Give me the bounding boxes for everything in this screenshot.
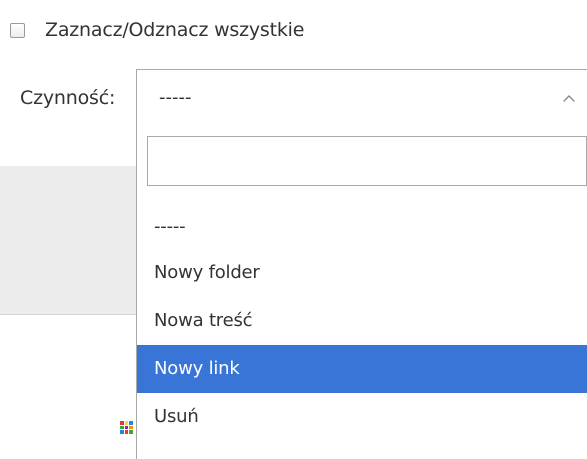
action-dropdown: ----- Nowy folder Nowa treść Nowy link U… [136, 129, 587, 459]
option-new-folder[interactable]: Nowy folder [137, 249, 587, 297]
option-new-content[interactable]: Nowa treść [137, 297, 587, 345]
background-panel [0, 166, 137, 315]
option-new-link[interactable]: Nowy link [137, 345, 587, 393]
action-options-list: ----- Nowy folder Nowa treść Nowy link U… [137, 205, 587, 441]
select-all-checkbox[interactable] [10, 22, 25, 38]
action-search-input[interactable] [147, 136, 587, 186]
logo-icon [120, 421, 133, 434]
action-label: Czynność: [20, 87, 116, 109]
option-none[interactable]: ----- [137, 205, 587, 249]
option-delete[interactable]: Usuń [137, 393, 587, 441]
chevron-up-icon[interactable] [561, 90, 577, 106]
select-all-toggle[interactable]: Zaznacz/Odznacz wszystkie [10, 17, 304, 43]
select-all-label: Zaznacz/Odznacz wszystkie [45, 19, 305, 41]
action-select[interactable]: ----- [136, 69, 587, 130]
action-select-value: ----- [159, 87, 192, 108]
